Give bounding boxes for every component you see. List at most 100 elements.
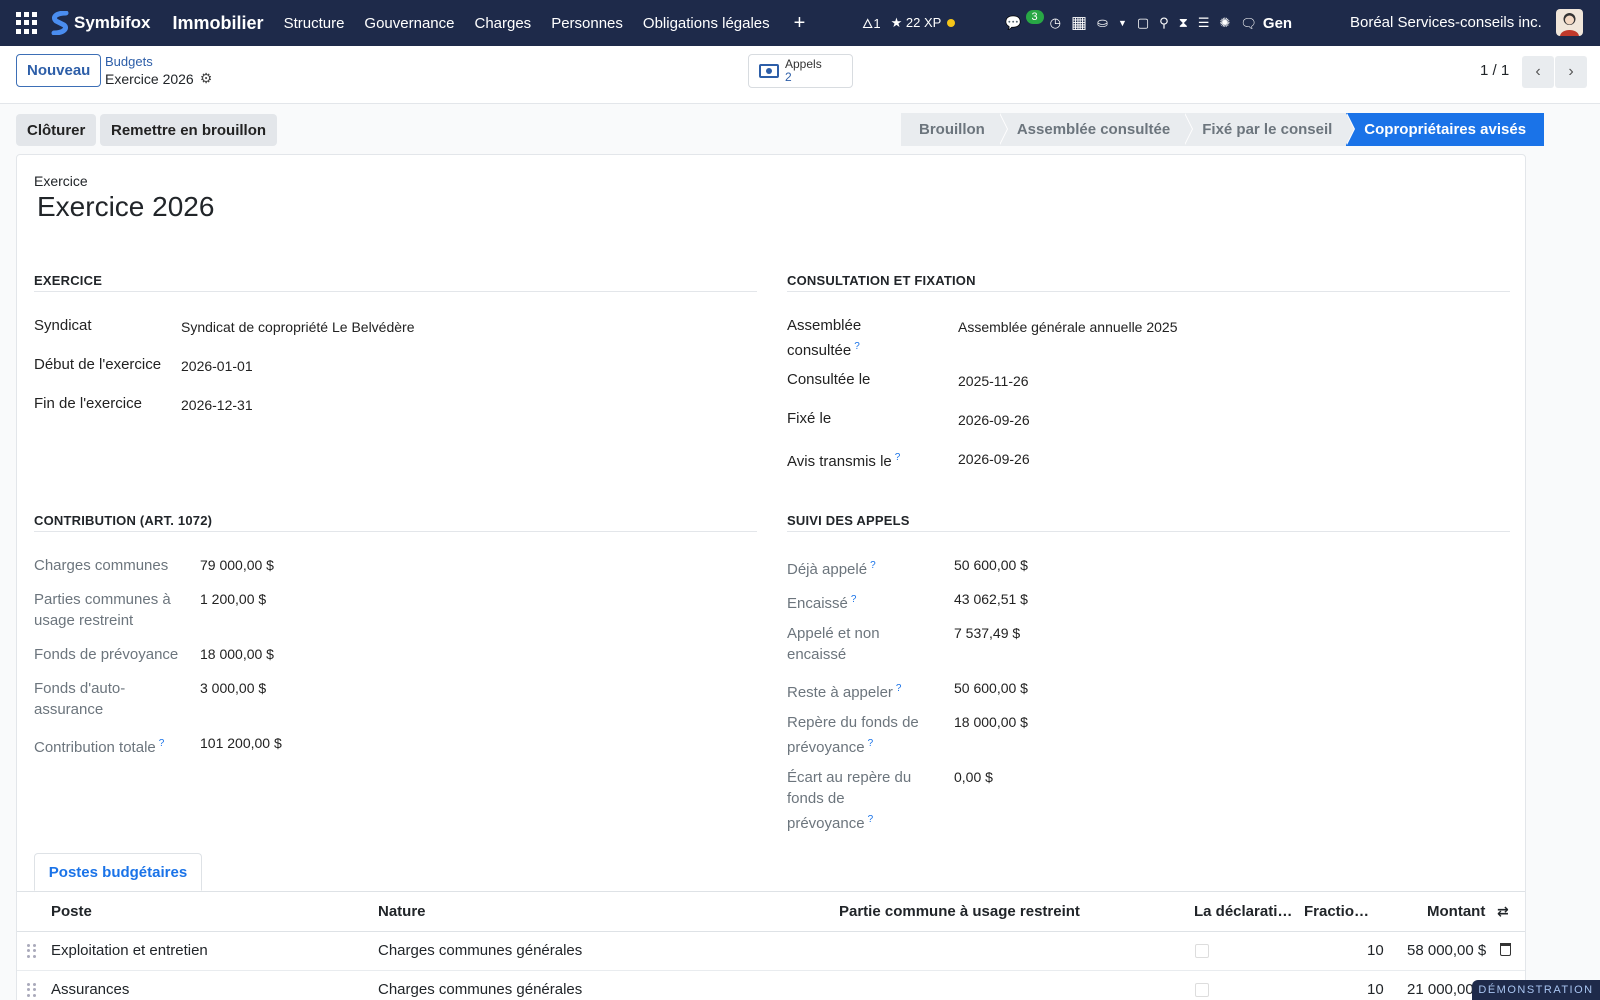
col-montant[interactable]: Montant (1427, 903, 1485, 920)
cell-nature[interactable]: Charges communes générales (378, 942, 582, 959)
section-divider (787, 291, 1510, 292)
section-divider (787, 531, 1510, 532)
fin-field[interactable]: 2026-12-31 (181, 397, 253, 413)
encaisse-value: 43 062,51 $ (954, 591, 1028, 607)
col-poste[interactable]: Poste (51, 903, 92, 920)
consultee-label: Consultée le (787, 371, 871, 388)
fixe-label: Fixé le (787, 410, 832, 427)
help-icon[interactable]: ? (851, 594, 857, 605)
help-icon[interactable]: ? (868, 814, 874, 825)
systray: 🜂1 ★ 22 XP 💬 3 ◷ ▦ ⛀ ▼ ▢ ⚲ ⧗ ☰ ✺ 🗨 Gen (862, 0, 1302, 46)
drag-handle-icon[interactable] (27, 944, 37, 958)
company-switcher[interactable]: Boréal Services-conseils inc. (1350, 14, 1542, 31)
page-title[interactable]: Exercice 2026 (37, 191, 214, 223)
chat-bubble-icon[interactable]: 🗨 Gen (1240, 15, 1292, 32)
debut-field[interactable]: 2026-01-01 (181, 358, 253, 374)
flame-icon[interactable]: 🜂1 (862, 10, 881, 36)
col-nature[interactable]: Nature (378, 903, 426, 920)
stage-coproprietaires-avises[interactable]: Copropriétaires avisés (1345, 113, 1545, 146)
syndicat-field[interactable]: Syndicat de copropriété Le Belvédère (181, 319, 414, 335)
charges-label: Charges communes (34, 557, 169, 574)
add-menu-icon[interactable]: + (794, 12, 806, 35)
help-icon[interactable]: ? (896, 683, 902, 694)
table-row[interactable]: Assurances Charges communes générales 10… (17, 971, 1525, 1000)
charges-value: 79 000,00 $ (200, 557, 274, 573)
menu-obligations[interactable]: Obligations légales (643, 15, 770, 32)
pager-value[interactable]: 1 / 1 (1480, 62, 1509, 79)
section-divider (34, 531, 757, 532)
menu-structure[interactable]: Structure (284, 15, 345, 32)
parties-label: Parties communes à usage restreint (34, 589, 171, 631)
help-icon[interactable]: ? (895, 452, 901, 463)
symbifox-logo-icon (51, 11, 69, 35)
avatar-icon (1560, 13, 1579, 36)
auto-label-line2: assurance (34, 701, 104, 718)
section-divider (34, 291, 757, 292)
help-icon[interactable]: ? (868, 738, 874, 749)
repere-value: 18 000,00 $ (954, 714, 1028, 730)
assemblee-field[interactable]: Assemblée générale annuelle 2025 (958, 319, 1178, 335)
settings-sliders-icon[interactable]: ☰ (1198, 15, 1210, 31)
close-button[interactable]: Clôturer (16, 114, 97, 146)
app-name[interactable]: Immobilier (173, 13, 264, 34)
section-suivi-title: SUIVI DES APPELS (787, 513, 910, 528)
appels-smart-button[interactable]: Appels 2 (748, 54, 853, 88)
menu-personnes[interactable]: Personnes (551, 15, 623, 32)
cell-poste[interactable]: Exploitation et entretien (51, 942, 208, 959)
cell-montant[interactable]: 58 000,00 $ (1407, 942, 1486, 959)
pager-prev-icon[interactable]: ‹ (1522, 56, 1554, 88)
stage-brouillon[interactable]: Brouillon (901, 113, 1008, 146)
optional-columns-icon[interactable]: ⇄ (1497, 903, 1509, 920)
help-icon[interactable]: ? (870, 560, 876, 571)
user-avatar[interactable] (1556, 9, 1583, 36)
cell-fraction[interactable]: 10 (1367, 942, 1384, 959)
app-grid-icon[interactable] (16, 12, 38, 34)
drag-handle-icon[interactable] (27, 983, 37, 997)
inbox-icon[interactable]: ⛀ (1097, 15, 1108, 31)
trash-icon[interactable] (1500, 943, 1511, 956)
totale-label-text: Contribution totale (34, 739, 156, 756)
fixe-field[interactable]: 2026-09-26 (958, 412, 1030, 428)
col-partie[interactable]: Partie commune à usage restreint (839, 903, 1080, 920)
chevron-down-icon[interactable]: ▼ (1118, 18, 1127, 28)
table-row[interactable]: Exploitation et entretien Charges commun… (17, 932, 1525, 971)
breadcrumb-budgets[interactable]: Budgets (105, 54, 153, 69)
pager-next-icon[interactable]: › (1555, 56, 1587, 88)
new-button[interactable]: Nouveau (16, 54, 102, 87)
calculator-icon[interactable]: ▦ (1071, 13, 1087, 33)
hourglass-icon[interactable]: ⧗ (1179, 15, 1188, 31)
avis-field[interactable]: 2026-09-26 (958, 451, 1030, 467)
brand[interactable]: Symbifox (50, 11, 151, 35)
declaration-checkbox[interactable] (1195, 983, 1209, 997)
col-declaration[interactable]: La déclarati… (1194, 903, 1292, 920)
stage-assemblee-consultee[interactable]: Assemblée consultée (998, 113, 1194, 146)
cell-poste[interactable]: Assurances (51, 981, 129, 998)
brand-name: Symbifox (74, 13, 151, 32)
tab-postes-budgetaires[interactable]: Postes budgétaires (34, 853, 202, 891)
repere-label-line1: Repère du fonds de (787, 714, 919, 731)
declaration-checkbox[interactable] (1195, 944, 1209, 958)
xp-count: 22 XP (905, 15, 942, 30)
star-icon[interactable]: ★ 22 XP (891, 15, 956, 31)
cell-fraction[interactable]: 10 (1367, 981, 1384, 998)
reste-label: Reste à appeler? (787, 678, 901, 703)
help-icon[interactable]: ? (159, 738, 165, 749)
bug-icon[interactable]: ✺ (1219, 15, 1230, 31)
clock-icon[interactable]: ◷ (1050, 15, 1061, 31)
prevoyance-label: Fonds de prévoyance (34, 646, 179, 663)
help-icon[interactable]: ? (854, 341, 860, 352)
menu-charges[interactable]: Charges (474, 15, 531, 32)
reset-draft-button[interactable]: Remettre en brouillon (100, 114, 278, 146)
menu-gouvernance[interactable]: Gouvernance (364, 15, 454, 32)
col-fraction[interactable]: Fractio… (1304, 903, 1369, 920)
syndicat-label: Syndicat (34, 317, 92, 334)
top-navbar: Symbifox Immobilier Structure Gouvernanc… (0, 0, 1600, 46)
stage-fixe-par-conseil[interactable]: Fixé par le conseil (1184, 113, 1356, 146)
cell-nature[interactable]: Charges communes générales (378, 981, 582, 998)
note-icon[interactable]: ▢ (1137, 15, 1149, 31)
gear-icon[interactable]: ⚙ (200, 70, 213, 87)
repere-label: Repère du fonds de prévoyance? (787, 712, 919, 758)
search-icon[interactable]: ⚲ (1159, 15, 1169, 31)
chat-icon[interactable]: 💬 (1005, 15, 1021, 31)
consultee-field[interactable]: 2025-11-26 (958, 373, 1029, 389)
